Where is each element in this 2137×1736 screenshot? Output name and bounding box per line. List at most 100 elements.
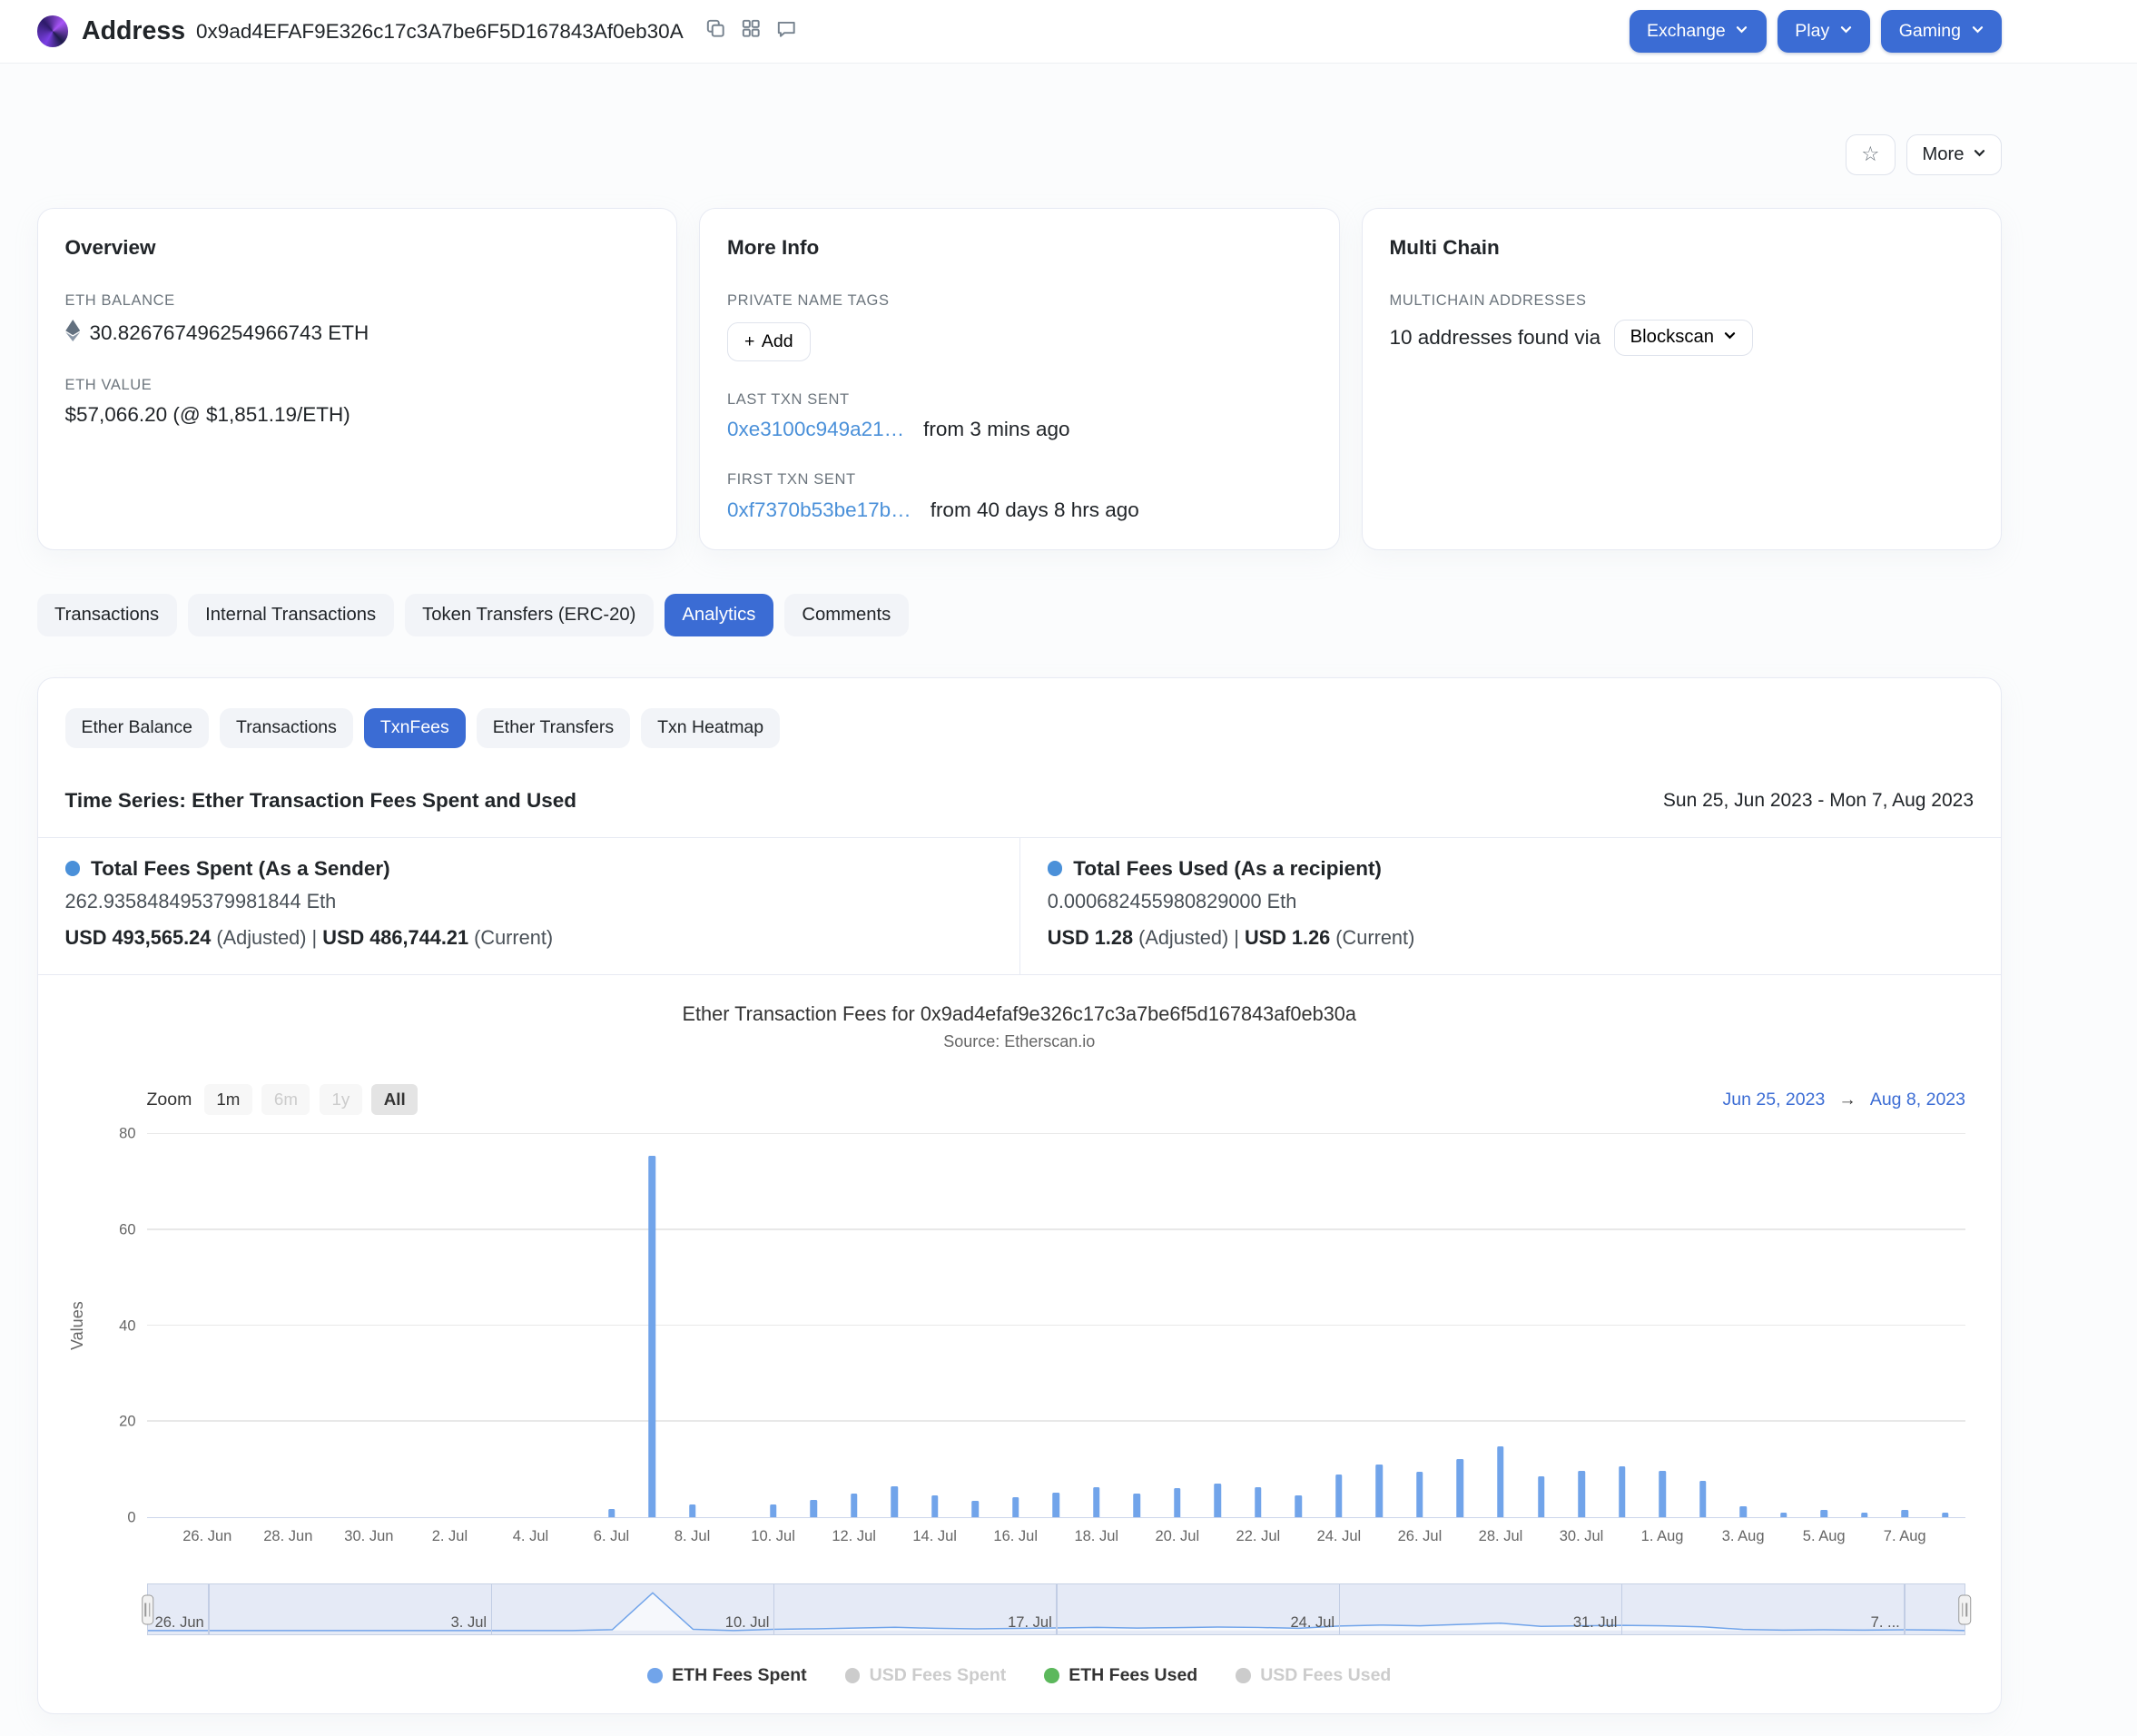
chart-bar[interactable] — [1376, 1465, 1384, 1517]
chart-bar[interactable] — [608, 1509, 615, 1517]
chart-bar[interactable] — [1093, 1487, 1100, 1517]
chart-bar[interactable] — [1416, 1472, 1423, 1517]
fees-spent-title: Total Fees Spent (As a Sender) — [91, 857, 390, 881]
zoom-1m-button[interactable]: 1m — [204, 1084, 252, 1115]
favorite-button[interactable]: ☆ — [1846, 134, 1896, 175]
x-tick-label: 10. Jul — [751, 1528, 795, 1545]
gridline — [147, 1228, 1966, 1230]
tab-comments[interactable]: Comments — [784, 594, 909, 636]
chart-bar[interactable] — [851, 1494, 858, 1517]
range-from-input[interactable]: Jun 25, 2023 — [1723, 1090, 1826, 1110]
subtab-txnfees[interactable]: TxnFees — [364, 708, 466, 748]
chart-bar[interactable] — [931, 1495, 939, 1517]
chart-bar[interactable] — [1457, 1459, 1464, 1517]
fees-spent-usd-suffix: (Current) — [468, 926, 553, 949]
tab-internal-transactions[interactable]: Internal Transactions — [188, 594, 394, 636]
tab-token-transfers[interactable]: Token Transfers (ERC-20) — [405, 594, 654, 636]
chart-bar[interactable] — [1901, 1510, 1908, 1517]
x-tick-label: 1. Aug — [1641, 1528, 1684, 1545]
zoom-all-button[interactable]: All — [371, 1084, 418, 1115]
chart-bar[interactable] — [891, 1486, 898, 1517]
navigator-left-handle[interactable] — [142, 1594, 154, 1624]
chart-bar[interactable] — [1053, 1493, 1060, 1517]
chart-bar[interactable] — [1215, 1484, 1222, 1517]
gridline — [147, 1133, 1966, 1135]
legend-eth-fees-spent[interactable]: ETH Fees Spent — [647, 1665, 806, 1686]
gaming-button[interactable]: Gaming — [1881, 10, 2002, 53]
zoom-6m-button[interactable]: 6m — [261, 1084, 310, 1115]
legend-usd-fees-used[interactable]: USD Fees Used — [1236, 1665, 1391, 1686]
chart-bar[interactable] — [648, 1156, 655, 1517]
x-tick-label: 30. Jul — [1560, 1528, 1604, 1545]
navigator-tick-label: 26. Jun — [155, 1614, 209, 1632]
chevron-down-icon — [1973, 144, 1986, 165]
time-series-title: Time Series: Ether Transaction Fees Spen… — [65, 789, 577, 813]
more-info-card: More Info PRIVATE NAME TAGS + Add LAST T… — [699, 208, 1340, 550]
x-tick-label: 22. Jul — [1236, 1528, 1281, 1545]
first-txn-hash-link[interactable]: 0xf7370b53be17b… — [727, 498, 911, 522]
chart-bar[interactable] — [1578, 1471, 1585, 1517]
chart-bar[interactable] — [1255, 1487, 1262, 1517]
comment-button[interactable] — [771, 15, 803, 48]
first-txn-time: from 40 days 8 hrs ago — [931, 498, 1139, 522]
chart-bar[interactable] — [810, 1500, 817, 1517]
blockscan-dropdown[interactable]: Blockscan — [1614, 320, 1753, 356]
legend-eth-fees-used[interactable]: ETH Fees Used — [1044, 1665, 1197, 1686]
chart-bar[interactable] — [1780, 1513, 1787, 1517]
private-name-tags-label: PRIVATE NAME TAGS — [727, 292, 1312, 310]
chart-bar[interactable] — [1619, 1466, 1626, 1517]
tab-analytics[interactable]: Analytics — [665, 594, 773, 636]
qr-code-button[interactable] — [735, 15, 768, 48]
chart-bar[interactable] — [1012, 1497, 1019, 1517]
add-name-tag-button[interactable]: + Add — [727, 322, 811, 361]
legend-usd-fees-spent[interactable]: USD Fees Spent — [845, 1665, 1007, 1686]
chart-bar[interactable] — [1699, 1481, 1707, 1517]
more-button[interactable]: More — [1906, 134, 2002, 175]
chart-navigator[interactable]: 26. Jun3. Jul10. Jul17. Jul24. Jul31. Ju… — [147, 1583, 1966, 1635]
chart-bar[interactable] — [1942, 1513, 1949, 1517]
x-axis-labels: 26. Jun28. Jun30. Jun2. Jul4. Jul6. Jul8… — [147, 1518, 1966, 1548]
chart-bar[interactable] — [1174, 1488, 1181, 1517]
navigator-gridline — [491, 1584, 493, 1634]
legend-usd-fees-spent-label: USD Fees Spent — [870, 1665, 1007, 1686]
navigator-tick-label: 17. Jul — [1008, 1614, 1056, 1632]
x-tick-label: 28. Jun — [263, 1528, 312, 1545]
subtab-ether-balance[interactable]: Ether Balance — [65, 708, 210, 748]
eth-diamond-icon — [65, 320, 81, 347]
chart-bar[interactable] — [1335, 1475, 1343, 1517]
chart-bar[interactable] — [1861, 1513, 1868, 1517]
subtab-ether-transfers[interactable]: Ether Transfers — [477, 708, 630, 748]
address-text: 0x9ad4EFAF9E326c17c3A7be6F5D167843Af0eb3… — [196, 20, 684, 44]
chart-bar[interactable] — [1820, 1510, 1827, 1517]
multi-chain-card: Multi Chain MULTICHAIN ADDRESSES 10 addr… — [1362, 208, 2003, 550]
chart-bar[interactable] — [971, 1501, 979, 1517]
tab-transactions[interactable]: Transactions — [37, 594, 177, 636]
multichain-found-text: 10 addresses found via — [1390, 326, 1601, 350]
plot-area[interactable] — [147, 1134, 1966, 1518]
y-axis-ticks: 020406080 — [90, 1134, 147, 1518]
range-to-input[interactable]: Aug 8, 2023 — [1870, 1090, 1965, 1110]
subtab-transactions[interactable]: Transactions — [220, 708, 353, 748]
chart-bar[interactable] — [1739, 1506, 1747, 1517]
gaming-button-label: Gaming — [1899, 21, 1961, 42]
copy-address-button[interactable] — [700, 15, 733, 48]
chart-bar[interactable] — [1295, 1495, 1303, 1517]
chart-bar[interactable] — [689, 1504, 696, 1517]
subtab-txn-heatmap[interactable]: Txn Heatmap — [641, 708, 780, 748]
last-txn-hash-link[interactable]: 0xe3100c949a21… — [727, 418, 904, 441]
chart-bar[interactable] — [1134, 1494, 1141, 1517]
y-tick-label: 0 — [127, 1510, 135, 1527]
zoom-1y-button[interactable]: 1y — [320, 1084, 362, 1115]
play-button[interactable]: Play — [1778, 10, 1870, 53]
chart-bar[interactable] — [1538, 1476, 1545, 1517]
x-tick-label: 3. Aug — [1722, 1528, 1765, 1545]
chart-bar[interactable] — [1659, 1471, 1666, 1517]
navigator-right-handle[interactable] — [1958, 1594, 1971, 1624]
exchange-button[interactable]: Exchange — [1630, 10, 1767, 53]
x-tick-label: 30. Jun — [344, 1528, 393, 1545]
copy-icon — [705, 18, 726, 44]
chart-bar[interactable] — [770, 1504, 777, 1517]
chart-bar[interactable] — [1497, 1446, 1504, 1517]
blockscan-dropdown-label: Blockscan — [1630, 327, 1714, 348]
fees-used-usd-current: USD 1.26 — [1245, 926, 1330, 949]
